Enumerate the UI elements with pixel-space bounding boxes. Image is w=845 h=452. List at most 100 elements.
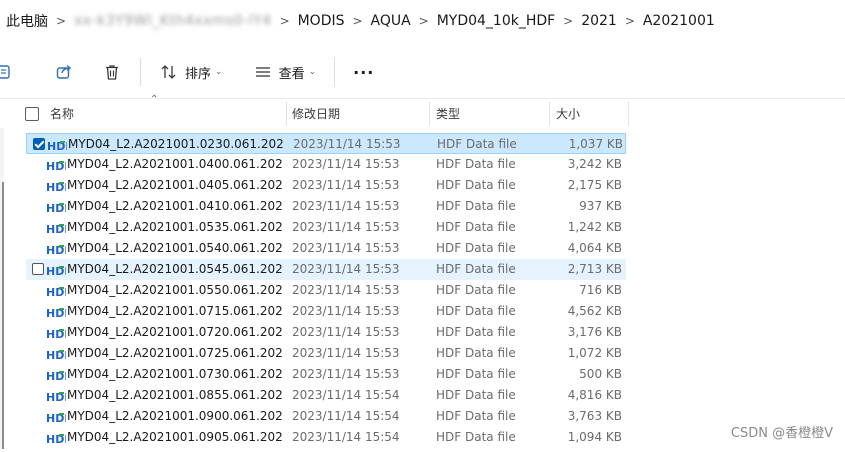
hdf-file-icon: HDF (46, 284, 72, 299)
file-row[interactable]: HDFMYD04_L2.A2021001.0535.061.202... 2023… (26, 217, 626, 238)
column-divider[interactable] (628, 102, 629, 126)
hdf-file-icon: HDF (46, 179, 72, 194)
file-size: 2,175 KB (567, 178, 622, 192)
file-modified-date: 2023/11/14 15:53 (292, 325, 400, 339)
view-button[interactable]: 查看 ⌄ (245, 55, 325, 89)
select-all-checkbox[interactable] (25, 107, 39, 121)
view-list-icon (253, 62, 273, 82)
hdf-file-icon: HDF (47, 138, 73, 153)
file-modified-date: 2023/11/14 15:53 (292, 304, 400, 318)
file-name: MYD04_L2.A2021001.0900.061.202... (67, 409, 282, 423)
file-type: HDF Data file (436, 325, 516, 339)
column-divider[interactable] (549, 102, 550, 126)
chevron-right-icon: > (418, 14, 429, 28)
breadcrumb-item-this-pc[interactable]: 此电脑 (0, 11, 52, 31)
file-type: HDF Data file (436, 346, 516, 360)
file-name: MYD04_L2.A2021001.0545.061.202... (67, 262, 282, 276)
copy-path-icon (0, 62, 14, 82)
file-size: 937 KB (579, 199, 622, 213)
file-row[interactable]: HDFMYD04_L2.A2021001.0725.061.202... 2023… (26, 343, 626, 364)
breadcrumb-item-myd04-folder[interactable]: MYD04_10k_HDF (433, 13, 560, 29)
file-name: MYD04_L2.A2021001.0410.061.202... (67, 199, 282, 213)
file-type: HDF Data file (436, 157, 516, 171)
breadcrumb-item-current[interactable]: A2021001 (639, 13, 719, 29)
file-modified-date: 2023/11/14 15:54 (292, 409, 400, 423)
file-row[interactable]: HDFMYD04_L2.A2021001.0730.061.202... 2023… (26, 364, 626, 385)
chevron-down-icon: ⌄ (215, 67, 223, 77)
file-row[interactable]: HDFMYD04_L2.A2021001.0405.061.202... 2023… (26, 175, 626, 196)
hdf-file-icon: HDF (46, 410, 72, 425)
breadcrumb-item-year[interactable]: 2021 (577, 13, 621, 29)
breadcrumb: 此电脑 > xx-k3Y9Wl_Kth4xxms0-lY4 > MODIS > … (0, 0, 845, 42)
column-header: ⌃ 名称 修改日期 类型 大小 (0, 94, 630, 128)
column-header-size[interactable]: 大小 (556, 100, 580, 128)
sort-label: 排序 (185, 66, 212, 82)
scrollbar-thumb[interactable] (2, 182, 4, 449)
row-checkbox[interactable] (33, 138, 45, 150)
file-row[interactable]: HDFMYD04_L2.A2021001.0900.061.202... 2023… (26, 406, 626, 427)
file-row[interactable]: HDFMYD04_L2.A2021001.0540.061.202... 2023… (26, 238, 626, 259)
hdf-file-icon: HDF (46, 221, 72, 236)
column-header-name[interactable]: 名称 (50, 100, 74, 128)
file-modified-date: 2023/11/14 15:53 (292, 178, 400, 192)
file-row[interactable]: HDFMYD04_L2.A2021001.0400.061.202... 2023… (26, 154, 626, 175)
column-header-date[interactable]: 修改日期 (292, 100, 340, 128)
chevron-right-icon: > (55, 14, 67, 28)
hdf-file-icon: HDF (46, 326, 72, 341)
file-size: 4,064 KB (567, 241, 622, 255)
sort-arrows-icon (159, 62, 179, 82)
column-header-type[interactable]: 类型 (436, 100, 460, 128)
sort-button[interactable]: 排序 ⌄ (151, 55, 231, 89)
file-name: MYD04_L2.A2021001.0230.061.202... (68, 137, 283, 151)
file-size: 3,242 KB (567, 157, 622, 171)
file-type: HDF Data file (436, 220, 516, 234)
file-row[interactable]: HDFMYD04_L2.A2021001.0715.061.202... 2023… (26, 301, 626, 322)
chevron-down-icon: ⌄ (308, 67, 317, 77)
breadcrumb-item-modis[interactable]: MODIS (294, 13, 349, 29)
file-size: 1,037 KB (568, 137, 623, 151)
hdf-file-icon: HDF (46, 158, 72, 173)
file-name: MYD04_L2.A2021001.0550.061.202... (67, 283, 282, 297)
chevron-right-icon: > (563, 14, 574, 28)
share-icon (54, 62, 74, 82)
file-row[interactable]: HDFMYD04_L2.A2021001.0855.061.202... 2023… (26, 385, 626, 406)
file-row[interactable]: HDFMYD04_L2.A2021001.0720.061.202... 2023… (26, 322, 626, 343)
file-size: 1,094 KB (567, 430, 622, 444)
sort-ascending-icon: ⌃ (150, 94, 159, 105)
hdf-file-icon: HDF (46, 347, 72, 362)
breadcrumb-item-obscured[interactable]: xx-k3Y9Wl_Kth4xxms0-lY4 (70, 13, 276, 29)
view-label: 查看 (278, 66, 305, 82)
file-row[interactable]: HDFMYD04_L2.A2021001.0410.061.202... 2023… (26, 196, 626, 217)
file-row[interactable]: HDFMYD04_L2.A2021001.0230.061.202... 2023… (26, 133, 626, 154)
hdf-file-icon: HDF (46, 305, 72, 320)
row-checkbox[interactable] (32, 263, 44, 275)
file-row[interactable]: HDFMYD04_L2.A2021001.0905.061.202... 2023… (26, 427, 626, 448)
file-type: HDF Data file (437, 137, 517, 151)
hdf-file-icon: HDF (46, 431, 72, 446)
copy-path-button[interactable] (0, 55, 22, 89)
file-size: 4,562 KB (567, 304, 622, 318)
hdf-file-icon: HDF (46, 389, 72, 404)
file-type: HDF Data file (436, 388, 516, 402)
delete-button[interactable] (94, 55, 130, 89)
file-name: MYD04_L2.A2021001.0535.061.202... (67, 220, 282, 234)
toolbar-divider (334, 58, 336, 86)
file-name: MYD04_L2.A2021001.0720.061.202... (67, 325, 282, 339)
file-row[interactable]: HDFMYD04_L2.A2021001.0550.061.202... 2023… (26, 280, 626, 301)
column-divider[interactable] (286, 102, 287, 126)
breadcrumb-item-aqua[interactable]: AQUA (367, 13, 415, 29)
file-size: 716 KB (579, 283, 622, 297)
file-name: MYD04_L2.A2021001.0905.061.202... (67, 430, 282, 444)
file-name: MYD04_L2.A2021001.0540.061.202... (67, 241, 282, 255)
hdf-file-icon: HDF (46, 368, 72, 383)
share-button[interactable] (46, 55, 82, 89)
column-divider[interactable] (429, 102, 430, 126)
file-size: 3,176 KB (567, 325, 622, 339)
chevron-right-icon: > (624, 14, 635, 28)
command-bar: 排序 ⌄ 查看 ⌄ ··· (0, 46, 845, 99)
watermark: CSDN @香橙橙V (730, 426, 833, 441)
file-row[interactable]: HDFMYD04_L2.A2021001.0545.061.202... 2023… (26, 259, 626, 280)
file-modified-date: 2023/11/14 15:53 (292, 262, 400, 276)
trash-icon (102, 62, 122, 82)
more-options-button[interactable]: ··· (345, 55, 382, 89)
